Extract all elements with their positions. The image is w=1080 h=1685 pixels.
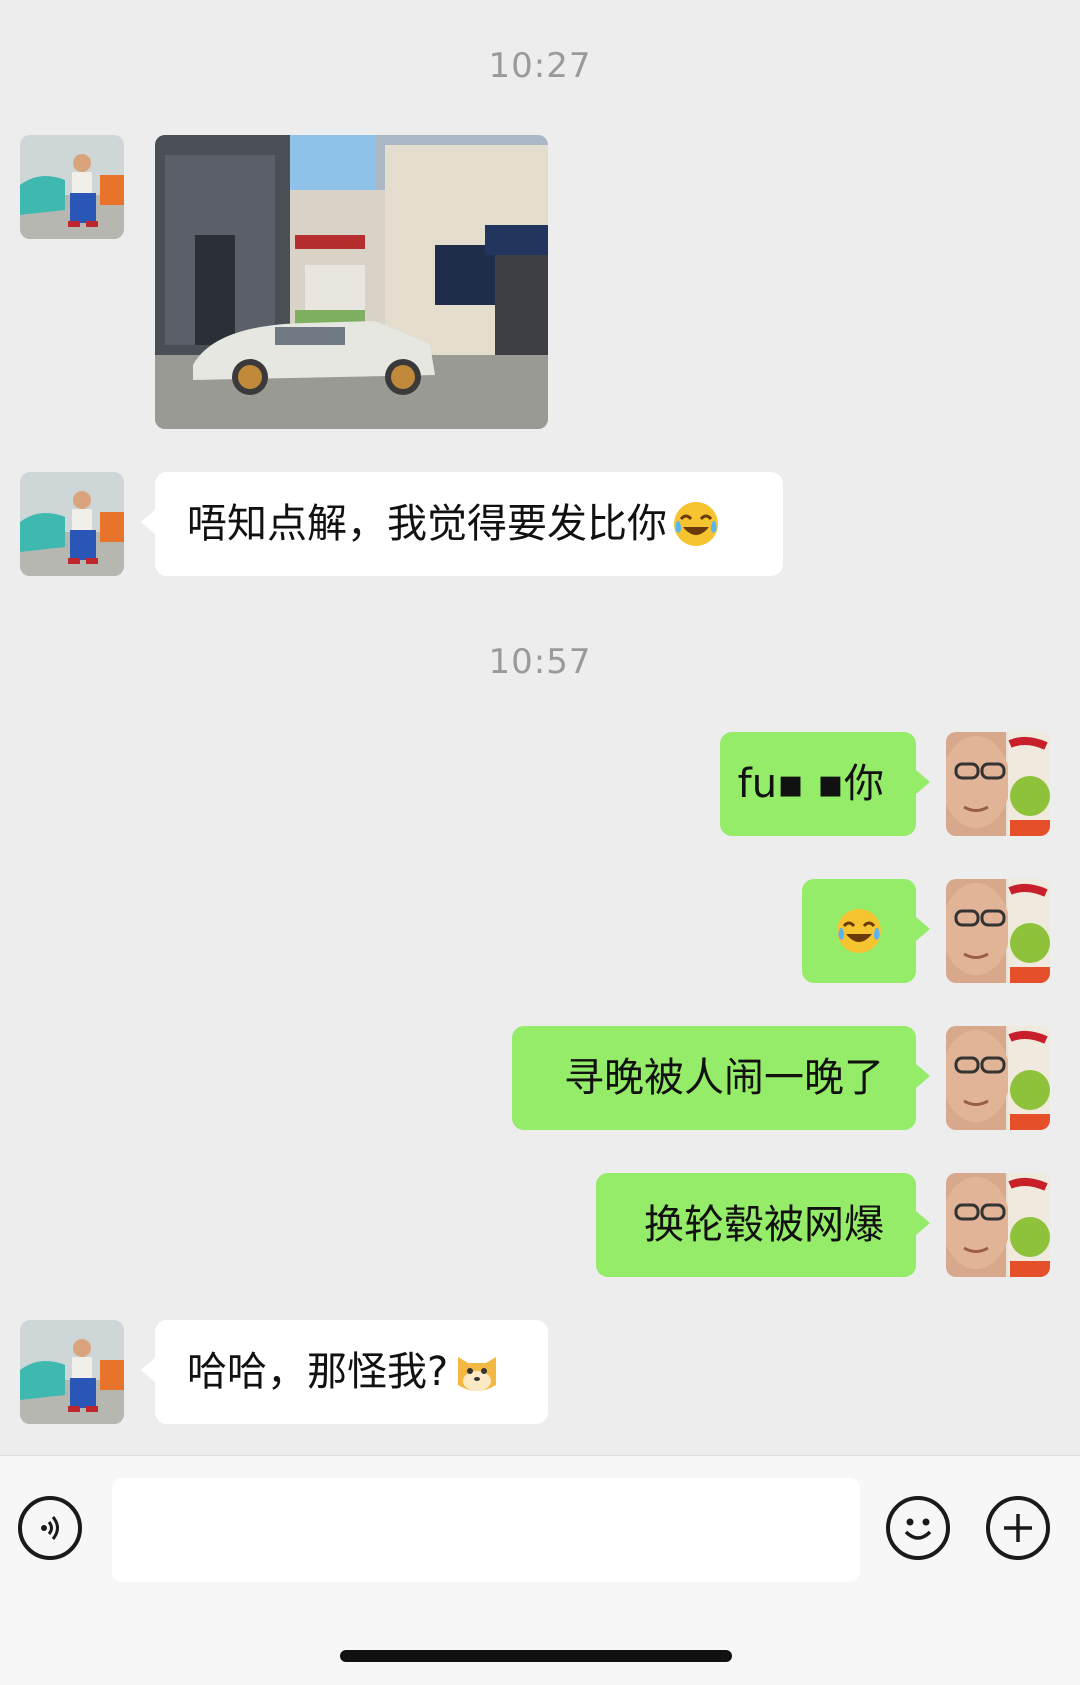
message-text: 寻晚被人闹一晚了 (564, 1055, 884, 1101)
smiley-icon[interactable] (886, 1496, 950, 1560)
voice-icon[interactable] (18, 1496, 82, 1560)
message-text: 唔知点解，我觉得要发比你 (187, 501, 667, 547)
message-bubble-outgoing[interactable]: 寻晚被人闹一晚了 (512, 1026, 930, 1130)
timestamp: 10:57 (488, 642, 592, 682)
home-indicator[interactable] (340, 1650, 732, 1662)
my-avatar[interactable] (946, 1173, 1050, 1277)
tears-of-joy-emoji (834, 906, 884, 956)
contact-avatar[interactable] (20, 1320, 124, 1424)
message-bubble-outgoing[interactable] (802, 879, 930, 983)
my-avatar[interactable] (946, 879, 1050, 983)
message-bubble-incoming[interactable]: 唔知点解，我觉得要发比你 (141, 472, 783, 576)
plus-icon[interactable] (986, 1496, 1050, 1560)
my-avatar[interactable] (946, 1026, 1050, 1130)
doge-emoji (452, 1347, 502, 1397)
message-bubble-incoming[interactable]: 哈哈，那怪我? (141, 1320, 548, 1424)
message-input[interactable] (112, 1478, 860, 1582)
message-text: 哈哈，那怪我? (187, 1349, 449, 1395)
my-avatar[interactable] (946, 732, 1050, 836)
message-text: fu▪ ▪你 (737, 761, 884, 807)
message-text: 换轮毂被网爆 (644, 1202, 884, 1248)
contact-avatar[interactable] (20, 135, 124, 239)
message-bubble-outgoing[interactable]: 换轮毂被网爆 (596, 1173, 930, 1277)
message-bubble-outgoing[interactable]: fu▪ ▪你 (720, 732, 930, 836)
tears-of-joy-emoji (671, 499, 721, 549)
timestamp: 10:27 (488, 46, 592, 86)
car-photo-message[interactable] (155, 135, 548, 429)
contact-avatar[interactable] (20, 472, 124, 576)
